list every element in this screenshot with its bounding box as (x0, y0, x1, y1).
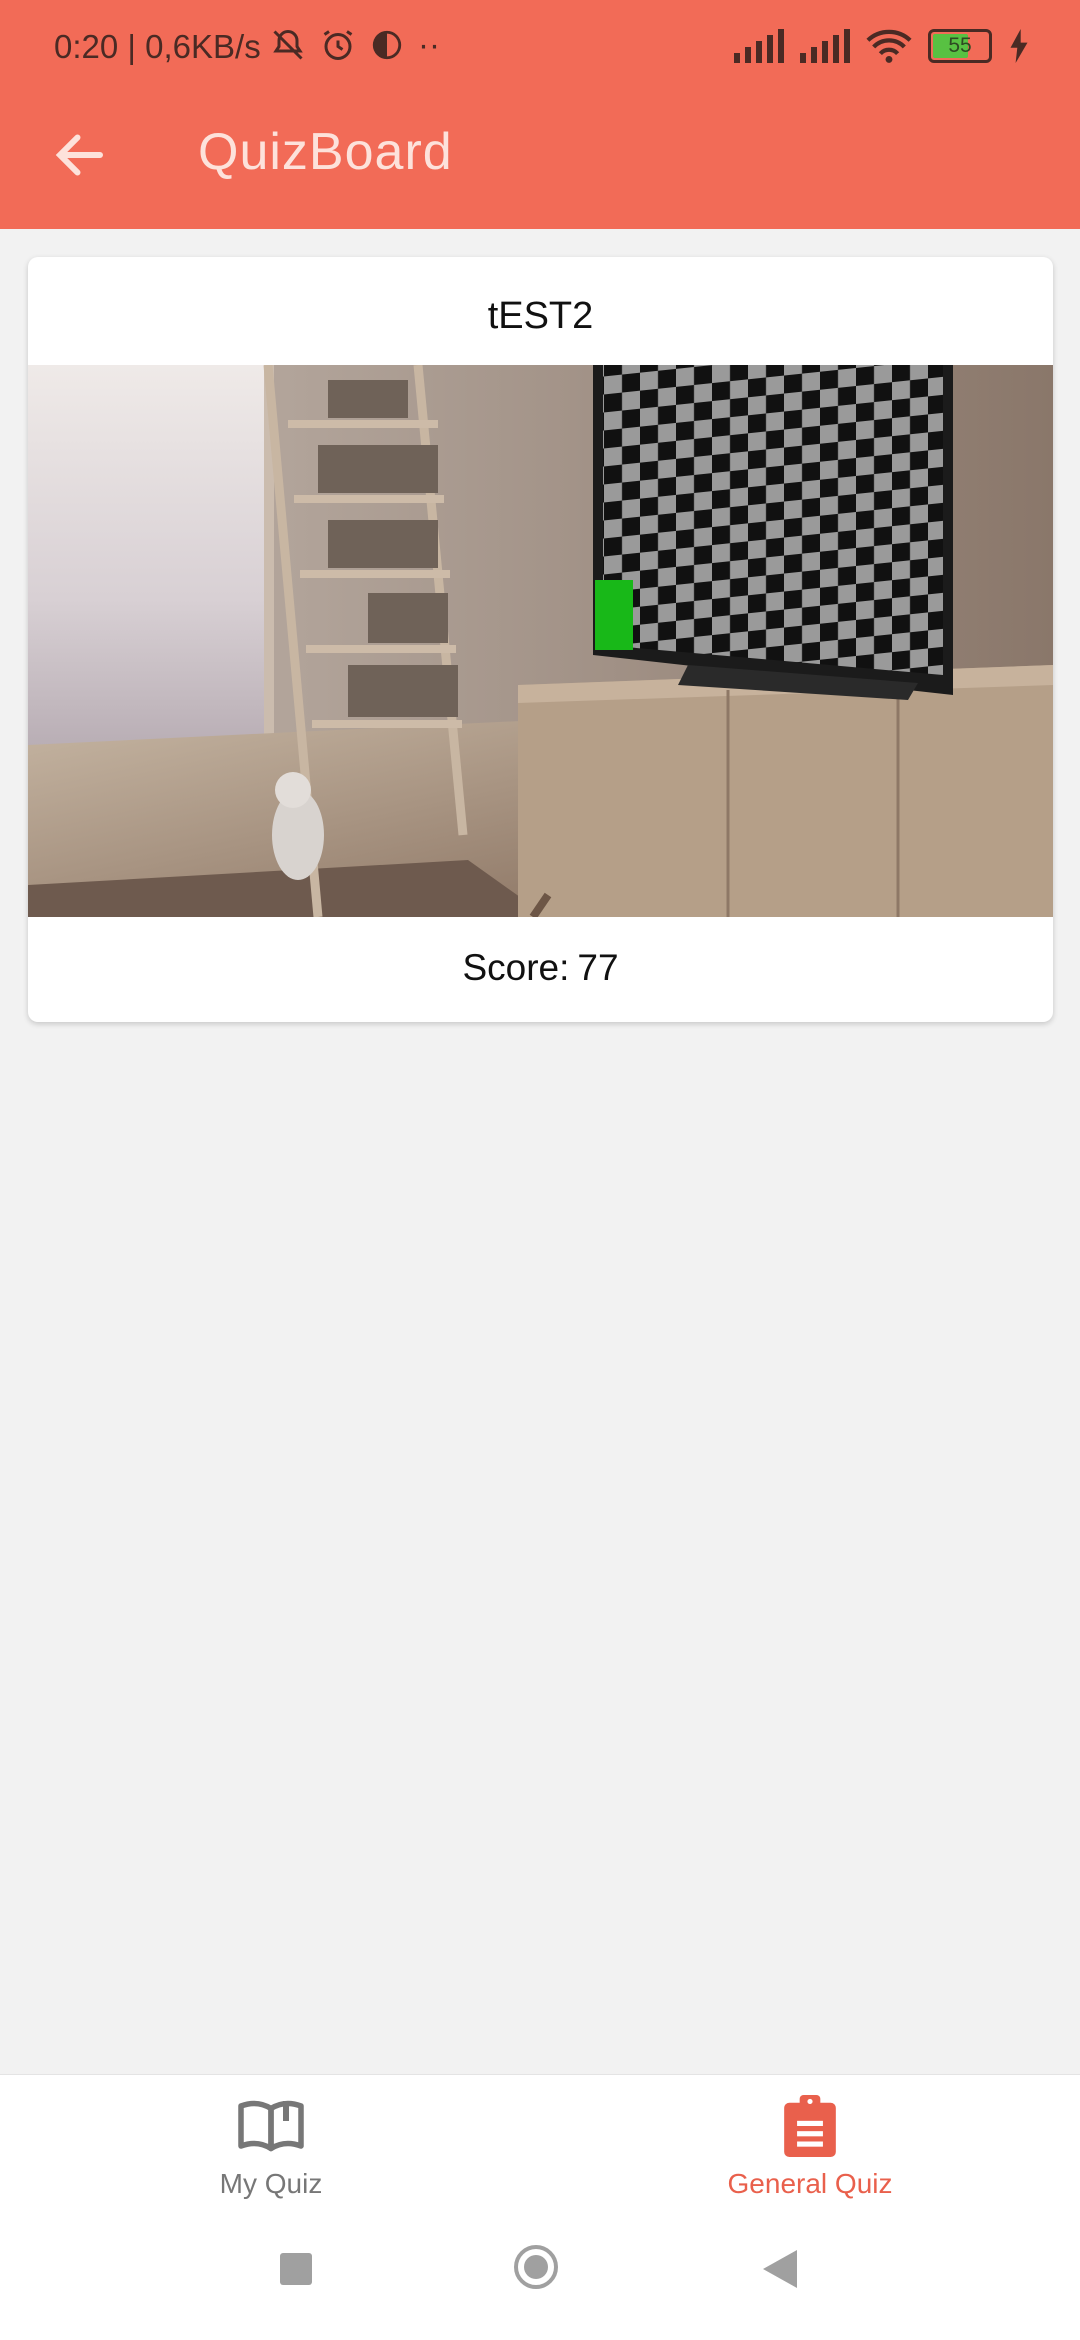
status-right-icons: 55 (734, 28, 1030, 64)
back-triangle-icon[interactable] (763, 2250, 797, 2288)
app-icon (372, 30, 402, 60)
open-book-icon (238, 2100, 304, 2152)
tab-general-quiz-label: General Quiz (727, 2168, 893, 2199)
wifi-icon (866, 29, 912, 63)
battery-icon: 55 (928, 29, 992, 63)
alarm-icon (323, 30, 353, 60)
status-time: 0:20 | 0,6KB/s (54, 28, 261, 65)
score-label: Score: (462, 947, 570, 988)
arrow-left-icon[interactable] (50, 125, 110, 185)
app-bar: 0:20 | 0,6KB/s ·· 55 QuizBoard (0, 0, 1080, 229)
status-bar: 0:20 | 0,6KB/s ·· 55 (0, 0, 1080, 95)
recents-icon[interactable] (280, 2253, 312, 2285)
mute-bell-icon (273, 29, 303, 60)
score-value: 77 (577, 947, 619, 988)
page-title: QuizBoard (198, 123, 453, 181)
home-icon[interactable] (514, 2245, 558, 2289)
system-navigation-bar (0, 2230, 1080, 2340)
tab-general-quiz[interactable]: General Quiz (660, 2095, 960, 2200)
charging-icon (1010, 29, 1028, 63)
bottom-navigation: My Quiz General Quiz (0, 2074, 1080, 2231)
signal-icon (800, 29, 850, 63)
tab-my-quiz[interactable]: My Quiz (121, 2095, 421, 2200)
battery-level: 55 (948, 34, 972, 57)
quiz-image (28, 365, 1053, 917)
quiz-score: Score: 77 (28, 947, 1053, 989)
more-dots: ·· (418, 26, 440, 63)
quiz-card[interactable]: tEST2 Score: 77 (28, 257, 1053, 1022)
quiz-title: tEST2 (487, 295, 594, 337)
status-left-icons: ·· (270, 26, 440, 64)
tab-my-quiz-label: My Quiz (219, 2168, 323, 2199)
signal-icon (734, 29, 784, 63)
clipboard-icon (784, 2095, 836, 2157)
